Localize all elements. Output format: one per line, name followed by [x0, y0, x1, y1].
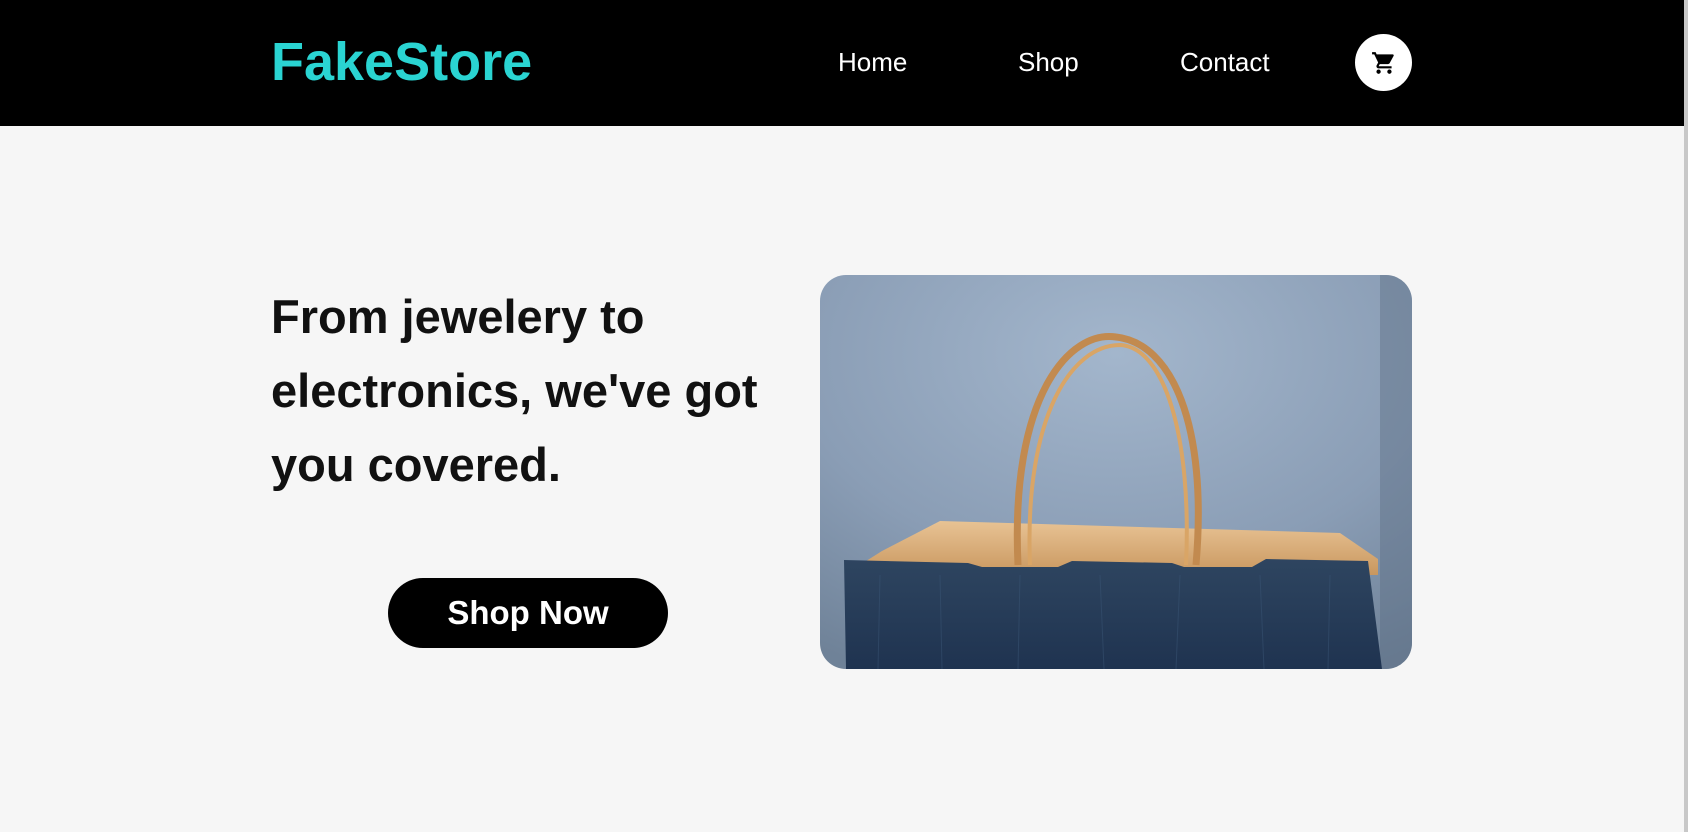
- nav-link-shop[interactable]: Shop: [1018, 46, 1079, 78]
- cart-button[interactable]: [1355, 34, 1412, 91]
- page-scrollbar[interactable]: [1684, 0, 1688, 832]
- shopping-bag-photo: [820, 275, 1412, 669]
- hero-heading: From jewelery to electronics, we've got …: [271, 290, 758, 491]
- brand-logo[interactable]: FakeStore: [271, 30, 532, 94]
- nav-link-home[interactable]: Home: [838, 46, 907, 78]
- nav-link-contact[interactable]: Contact: [1180, 46, 1270, 78]
- navbar: FakeStore Home Shop Contact: [0, 0, 1684, 126]
- shopping-cart-icon: [1371, 50, 1397, 76]
- hero-image: [820, 275, 1412, 669]
- shop-now-button[interactable]: Shop Now: [388, 578, 668, 648]
- page: FakeStore Home Shop Contact From jeweler…: [0, 0, 1688, 832]
